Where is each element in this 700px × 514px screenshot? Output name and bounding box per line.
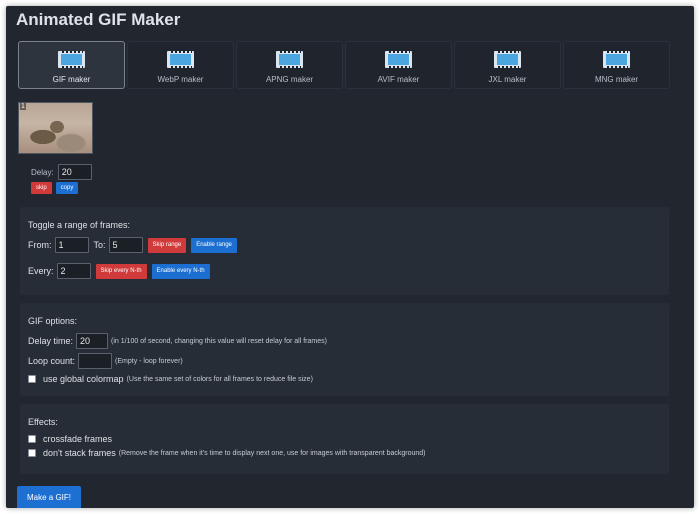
global-colormap-row: use global colormap (Use the same set of… <box>28 374 313 384</box>
dont-stack-row: don't stack frames (Remove the frame whe… <box>28 448 426 458</box>
from-label: From: <box>28 240 52 250</box>
every-label: Every: <box>28 266 54 276</box>
range-from-to-row: From: To: Skip range Enable range <box>28 237 237 253</box>
frame-number: 1 <box>20 103 26 110</box>
gif-options-heading: GIF options: <box>28 316 78 326</box>
range-panel: Toggle a range of frames: From: To: Skip… <box>20 207 669 295</box>
skip-every-nth-button[interactable]: Skip every N-th <box>95 263 147 279</box>
frame-delay-label: Delay: <box>31 167 54 177</box>
crossfade-checkbox[interactable] <box>28 435 36 443</box>
frame-delay-row: Delay: <box>31 164 92 180</box>
range-every-row: Every: Skip every N-th Enable every N-th <box>28 263 210 279</box>
dont-stack-label: don't stack frames <box>43 448 116 458</box>
skip-range-button[interactable]: Skip range <box>147 237 187 253</box>
loop-count-row: Loop count: (Empty - loop forever) <box>28 353 183 369</box>
make-gif-button[interactable]: Make a GIF! <box>17 486 82 508</box>
dont-stack-note: (Remove the frame when it's time to disp… <box>118 449 426 457</box>
app-window: Animated GIF Maker GIF maker WebP maker … <box>6 6 694 508</box>
loop-count-input[interactable] <box>78 353 113 369</box>
tab-avif-maker[interactable]: AVIF maker <box>345 41 452 89</box>
film-strip-icon <box>167 51 194 68</box>
tab-label: APNG maker <box>265 75 314 84</box>
loop-count-label: Loop count: <box>28 356 76 366</box>
tab-label: JXL maker <box>488 75 527 84</box>
crossfade-row: crossfade frames <box>28 434 112 444</box>
tab-label: MNG maker <box>594 75 639 84</box>
frame-delay-input[interactable] <box>57 164 92 180</box>
delay-time-note: (in 1/100 of second, changing this value… <box>111 337 327 345</box>
every-input[interactable] <box>56 263 91 279</box>
gif-options-panel: GIF options: Delay time: (in 1/100 of se… <box>20 303 669 396</box>
film-strip-icon <box>58 51 85 68</box>
enable-every-nth-button[interactable]: Enable every N-th <box>151 263 210 279</box>
range-heading: Toggle a range of frames: <box>28 220 131 230</box>
film-strip-icon <box>276 51 303 68</box>
enable-range-button[interactable]: Enable range <box>191 237 237 253</box>
loop-count-note: (Empty - loop forever) <box>115 357 183 365</box>
cat-image <box>19 103 92 153</box>
frame-thumbnail[interactable]: 1 <box>18 102 93 154</box>
tab-gif-maker[interactable]: GIF maker <box>18 41 125 89</box>
tab-label: GIF maker <box>52 75 91 84</box>
film-strip-icon <box>385 51 412 68</box>
tab-apng-maker[interactable]: APNG maker <box>236 41 343 89</box>
global-colormap-note: (Use the same set of colors for all fram… <box>126 375 313 383</box>
film-strip-icon <box>494 51 521 68</box>
effects-heading: Effects: <box>28 417 58 427</box>
delay-time-row: Delay time: (in 1/100 of second, changin… <box>28 333 327 349</box>
effects-panel: Effects: crossfade frames don't stack fr… <box>20 404 669 474</box>
to-input[interactable] <box>108 237 143 253</box>
tab-webp-maker[interactable]: WebP maker <box>127 41 234 89</box>
crossfade-label: crossfade frames <box>43 434 113 444</box>
tab-label: WebP maker <box>157 75 204 84</box>
tab-label: AVIF maker <box>377 75 420 84</box>
delay-time-label: Delay time: <box>28 336 74 346</box>
global-colormap-label: use global colormap <box>43 374 124 384</box>
from-input[interactable] <box>54 237 89 253</box>
maker-tabs: GIF maker WebP maker APNG maker AVIF mak… <box>18 41 670 89</box>
page-title: Animated GIF Maker <box>16 10 181 29</box>
delay-time-input[interactable] <box>76 333 109 349</box>
tab-mng-maker[interactable]: MNG maker <box>563 41 670 89</box>
global-colormap-checkbox[interactable] <box>28 375 36 383</box>
to-label: To: <box>93 240 106 250</box>
tab-jxl-maker[interactable]: JXL maker <box>454 41 561 89</box>
skip-frame-button[interactable]: skip <box>31 182 52 194</box>
copy-frame-button[interactable]: copy <box>55 182 79 194</box>
dont-stack-checkbox[interactable] <box>28 449 36 457</box>
frame-actions: skip copy <box>31 182 79 194</box>
film-strip-icon <box>603 51 630 68</box>
